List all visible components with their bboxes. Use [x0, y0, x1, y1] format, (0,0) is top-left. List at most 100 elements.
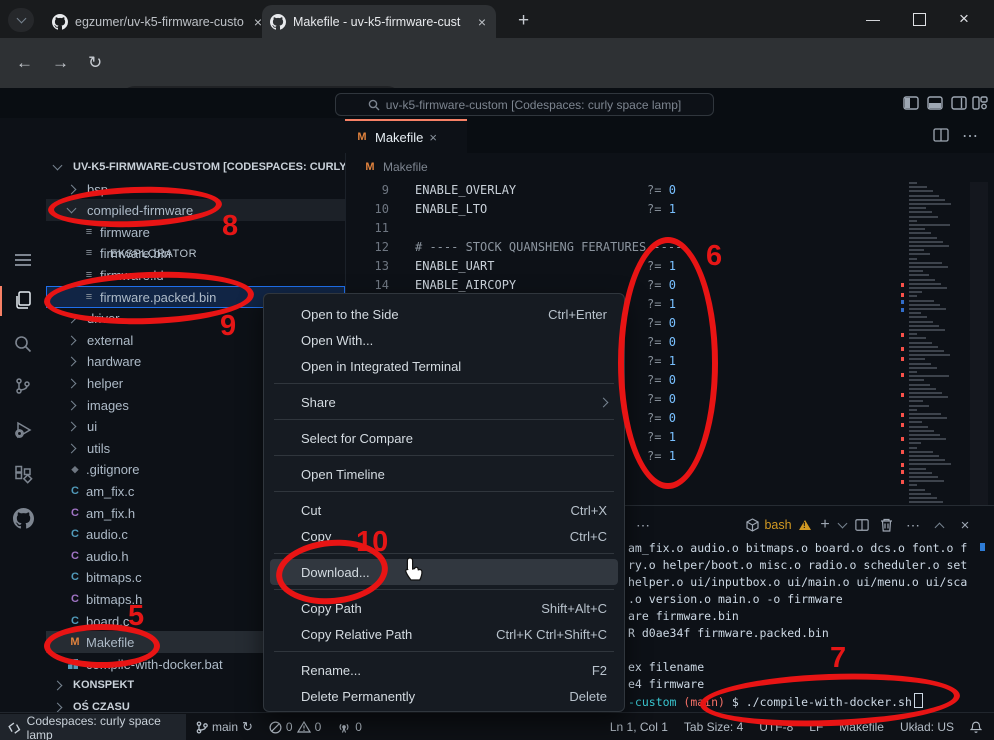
minimap-line — [909, 493, 931, 495]
terminal-dropdown-icon[interactable] — [835, 512, 849, 538]
menu-item-open-with[interactable]: Open With... — [264, 327, 624, 353]
tab-search-button[interactable] — [8, 8, 34, 32]
terminal-line: are firmware.bin — [628, 608, 739, 625]
file-icon: ≡ — [82, 247, 96, 259]
menu-hamburger-icon[interactable] — [11, 248, 35, 272]
menu-item-cut[interactable]: CutCtrl+X — [264, 497, 624, 523]
minimap-line — [909, 451, 933, 453]
tree-item-label: bitmaps.c — [86, 570, 142, 585]
minimap-line — [909, 430, 934, 432]
minimap-line — [909, 388, 936, 390]
code-line: 9ENABLE_OVERLAY?= 0 — [345, 181, 994, 200]
minimap-change-marker — [901, 463, 904, 467]
keyboard-layout[interactable]: Układ: US — [900, 720, 954, 734]
back-icon[interactable]: ← — [16, 53, 33, 73]
tree-item-label: UV-K5-FIRMWARE-CUSTOM [CODESPACES: CURLY… — [73, 161, 346, 173]
remote-indicator[interactable]: Codespaces: curly space lamp — [0, 714, 186, 740]
toggle-sidebar-icon[interactable] — [903, 96, 919, 110]
terminal-tab-label[interactable]: bash — [761, 512, 795, 538]
new-tab-button[interactable]: + — [518, 10, 529, 32]
minimap-line — [909, 480, 944, 482]
terminal-line: e4 firmware — [628, 676, 704, 693]
chevron-right-icon — [67, 335, 77, 345]
customize-layout-icon[interactable] — [972, 96, 988, 110]
minimap-line — [909, 363, 931, 365]
annotation-number-10: 10 — [356, 526, 388, 559]
menu-item-open-timeline[interactable]: Open Timeline — [264, 461, 624, 487]
minimap-line — [909, 413, 941, 415]
kill-terminal-trash-icon[interactable] — [877, 512, 895, 538]
toggle-secondary-sidebar-icon[interactable] — [951, 96, 967, 110]
problems-indicator[interactable]: 0 0 — [269, 720, 321, 734]
menu-item-label: Copy Relative Path — [301, 627, 496, 642]
window-minimize-button[interactable]: — — [866, 11, 880, 27]
annotation-ellipse-6 — [618, 237, 718, 489]
close-panel-icon[interactable]: × — [957, 512, 973, 538]
menu-item-label: Open With... — [301, 333, 607, 348]
sync-icon[interactable]: ↻ — [242, 719, 253, 735]
minimap-line — [909, 405, 929, 407]
browser-tab-2[interactable]: Makefile - uv-k5-firmware-cust × — [262, 5, 496, 38]
maximize-panel-icon[interactable] — [931, 512, 947, 538]
chevron-right-icon — [67, 184, 77, 194]
menu-item-open-to-the-side[interactable]: Open to the SideCtrl+Enter — [264, 301, 624, 327]
browser-tab-1[interactable]: egzumer/uv-k5-firmware-custo × — [44, 5, 272, 38]
minimap-line — [909, 468, 926, 470]
menu-item-select-for-compare[interactable]: Select for Compare — [264, 425, 624, 451]
menu-item-copy-relative-path[interactable]: Copy Relative PathCtrl+K Ctrl+Shift+C — [264, 621, 624, 647]
code-line: 11 — [345, 219, 994, 238]
broadcast-icon — [337, 721, 351, 733]
menu-item-shortcut: Delete — [569, 689, 607, 704]
menu-separator — [274, 651, 614, 652]
menu-item-delete-permanently[interactable]: Delete PermanentlyDelete — [264, 683, 624, 709]
explorer-icon[interactable] — [11, 288, 35, 312]
menu-item-rename[interactable]: Rename...F2 — [264, 657, 624, 683]
tree-item-label: am_fix.c — [86, 484, 134, 499]
minimap-line — [909, 329, 945, 331]
menu-item-label: Open to the Side — [301, 307, 548, 322]
cursor-position[interactable]: Ln 1, Col 1 — [610, 720, 668, 734]
window-close-button[interactable]: × — [959, 9, 969, 29]
tab-close-icon[interactable]: × — [476, 14, 488, 30]
menu-separator — [274, 419, 614, 420]
tree-item-firmware-bin[interactable]: ≡firmware.bin — [46, 242, 345, 264]
minimap-line — [909, 346, 938, 348]
run-debug-icon[interactable] — [11, 418, 35, 442]
ports-indicator[interactable]: 0 — [337, 720, 362, 734]
indentation[interactable]: Tab Size: 4 — [684, 720, 743, 734]
menu-item-open-in-integrated-terminal[interactable]: Open in Integrated Terminal — [264, 353, 624, 379]
panel-more-actions-icon[interactable]: ⋯ — [633, 512, 653, 538]
command-center[interactable]: uv-k5-firmware-custom [Codespaces: curly… — [335, 93, 714, 116]
reload-icon[interactable]: ↻ — [88, 53, 102, 73]
minimap-line — [909, 295, 917, 297]
notifications-bell-icon[interactable] — [970, 721, 982, 734]
c-source-icon: C — [68, 528, 82, 540]
minimap-line — [909, 434, 940, 436]
menu-separator — [274, 383, 614, 384]
menu-item-label: Open in Integrated Terminal — [301, 359, 607, 374]
terminal-more-icon[interactable]: ⋯ — [903, 512, 923, 538]
tab-title: egzumer/uv-k5-firmware-custo — [75, 15, 245, 29]
minimap[interactable] — [905, 182, 961, 508]
editor-scrollbar[interactable] — [970, 182, 988, 508]
new-terminal-icon[interactable]: + — [817, 512, 833, 538]
minimap-change-marker — [901, 293, 904, 297]
menu-item-shortcut: Shift+Alt+C — [541, 601, 607, 616]
branch-indicator[interactable]: main ↻ — [196, 719, 253, 735]
window-maximize-button[interactable] — [913, 13, 926, 26]
extensions-icon[interactable] — [11, 462, 35, 486]
terminal-scroll-mark — [980, 543, 985, 551]
error-icon — [269, 721, 282, 734]
source-control-icon[interactable] — [11, 374, 35, 398]
split-terminal-icon[interactable] — [853, 512, 871, 538]
tree-root-uv-k5-firmware-custom-codespac[interactable]: UV-K5-FIRMWARE-CUSTOM [CODESPACES: CURLY… — [46, 156, 345, 178]
menu-item-share[interactable]: Share — [264, 389, 624, 415]
toggle-panel-icon[interactable] — [927, 96, 943, 110]
forward-icon[interactable]: → — [52, 53, 69, 73]
github-view-icon[interactable] — [11, 506, 35, 530]
c-source-icon: C — [68, 485, 82, 497]
minimap-line — [909, 312, 921, 314]
minimap-change-marker — [901, 357, 904, 361]
search-view-icon[interactable] — [11, 332, 35, 356]
minimap-line — [909, 392, 942, 394]
